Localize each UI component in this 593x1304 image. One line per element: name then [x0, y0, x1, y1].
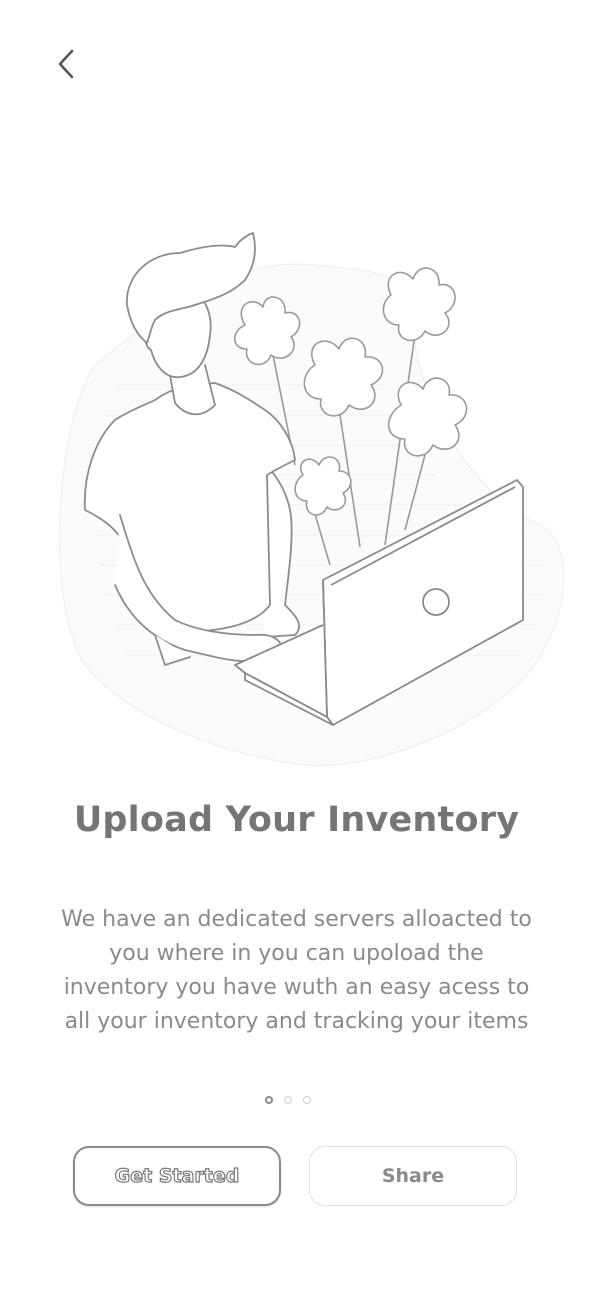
chevron-left-icon — [54, 47, 78, 86]
page-dot[interactable] — [284, 1096, 292, 1104]
person-working-on-laptop-illustration — [55, 225, 565, 785]
page-indicator — [0, 1096, 593, 1104]
page-title: Upload Your Inventory — [73, 800, 520, 840]
back-button[interactable] — [44, 44, 88, 88]
get-started-button[interactable]: Get Started — [73, 1146, 281, 1206]
share-button[interactable]: Share — [309, 1146, 517, 1206]
page-dot-active[interactable] — [265, 1096, 273, 1104]
page-description: We have an dedicated servers alloacted t… — [61, 907, 532, 1034]
page-dot[interactable] — [303, 1096, 311, 1104]
